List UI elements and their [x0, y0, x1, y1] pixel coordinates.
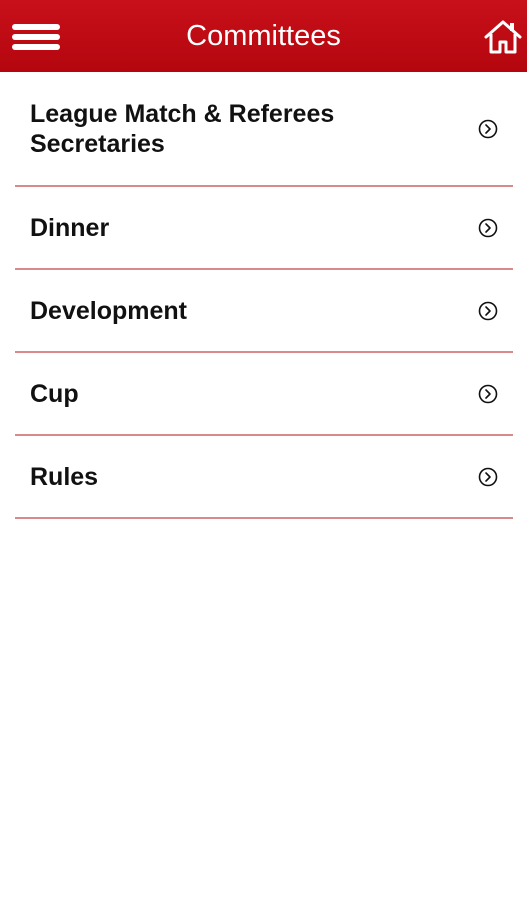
chevron-right-circle-icon — [478, 384, 498, 403]
chevron-right-circle-icon — [478, 301, 498, 320]
list-item-label: League Match & Referees Secretaries — [30, 99, 335, 158]
chevron-right-circle-icon — [478, 218, 498, 237]
list-item-dinner[interactable]: Dinner — [15, 187, 513, 270]
list-item-label: Cup — [30, 379, 79, 408]
header-bar: Committees — [0, 0, 527, 72]
committee-list: League Match & Referees Secretaries Dinn… — [15, 72, 513, 519]
list-item-rules[interactable]: Rules — [15, 436, 513, 519]
list-item-cup[interactable]: Cup — [15, 353, 513, 436]
chevron-right-circle-icon — [478, 119, 498, 138]
app-screen: Committees League Match & Referees Secre… — [0, 0, 527, 900]
list-item-label: Dinner — [30, 213, 110, 242]
list-item-development[interactable]: Development — [15, 270, 513, 353]
list-item-league-match-referees-secretaries[interactable]: League Match & Referees Secretaries — [15, 72, 513, 187]
chevron-right-circle-icon — [478, 467, 498, 486]
home-icon — [484, 20, 522, 54]
page-title: Committees — [186, 20, 341, 52]
list-item-label: Development — [30, 296, 187, 325]
list-item-label: Rules — [30, 462, 99, 491]
home-button[interactable] — [482, 16, 524, 58]
